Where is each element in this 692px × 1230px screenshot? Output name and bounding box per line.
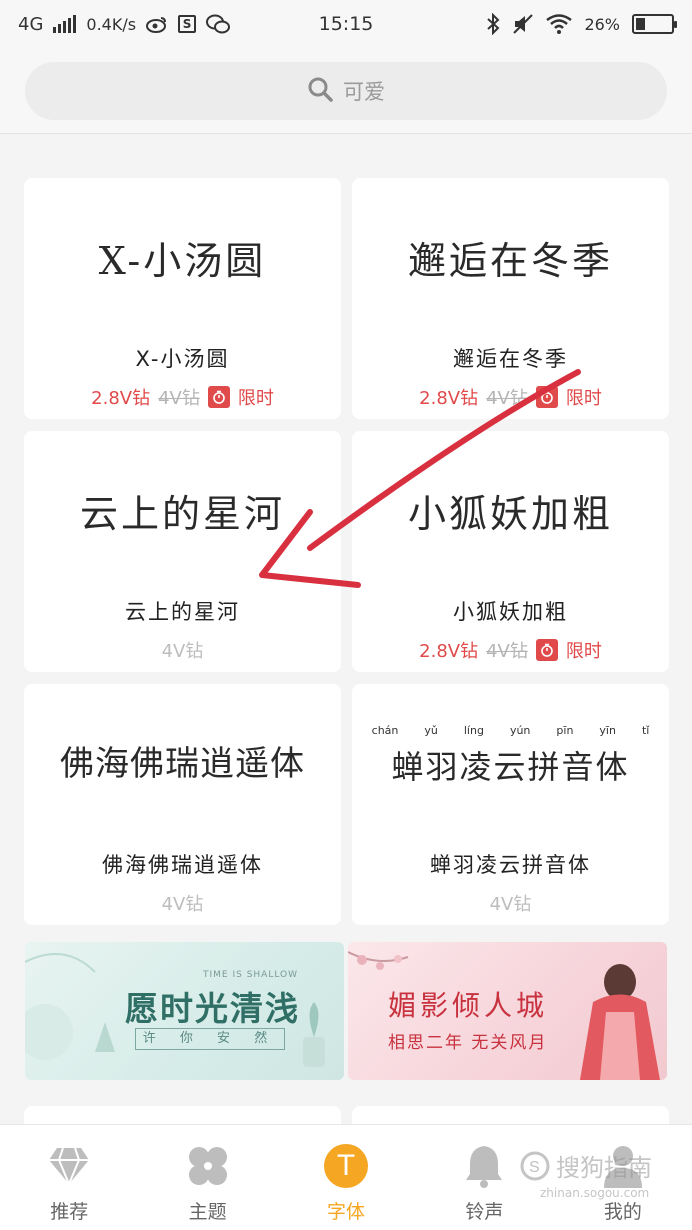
search-placeholder: 可爱 xyxy=(343,80,385,104)
watermark-url: zhinan.sogou.com xyxy=(540,1186,650,1200)
limited-time-badge: 限时 xyxy=(565,641,602,662)
price: 4V钻 xyxy=(161,894,204,915)
price-row: 4V钻 xyxy=(24,637,341,663)
nav-label: 我的 xyxy=(603,1201,642,1223)
limited-time-badge: 限时 xyxy=(565,388,602,409)
s-app-icon: S xyxy=(178,15,197,33)
price: 4V钻 xyxy=(489,894,532,915)
sale-price: 2.8V钻 xyxy=(91,388,151,409)
bluetooth-icon xyxy=(486,13,500,35)
banner-subtitle: 相思二年 无关风月 xyxy=(388,1033,548,1053)
search-icon xyxy=(307,76,333,107)
theme-icon xyxy=(185,1143,231,1189)
nav-label: 铃声 xyxy=(465,1201,504,1223)
price-row: 2.8V钻 4V钻 限时 xyxy=(352,384,669,410)
battery-percent: 26% xyxy=(584,14,620,34)
banner-subtitle: 许 你 安 然 xyxy=(135,1028,285,1050)
battery-icon xyxy=(632,14,677,34)
clock: 15:15 xyxy=(318,13,374,35)
font-name: 蝉羽凌云拼音体 xyxy=(430,853,591,877)
font-preview: 蝉羽凌云拼音体 xyxy=(391,748,630,786)
font-card[interactable]: 邂逅在冬季 邂逅在冬季 2.8V钻 4V钻 限时 xyxy=(352,178,669,419)
nav-label: 推荐 xyxy=(50,1201,89,1223)
sogou-logo-icon: S xyxy=(520,1151,550,1180)
pinyin-row: chán yǔ líng yún pīn yīn tǐ xyxy=(352,724,669,737)
mute-icon xyxy=(512,13,534,35)
original-price: 4V钻 xyxy=(158,388,200,409)
timer-icon xyxy=(207,386,230,408)
price-row: 2.8V钻 4V钻 限时 xyxy=(24,384,341,410)
price-row: 4V钻 xyxy=(24,890,341,916)
pinyin: yún xyxy=(509,724,531,737)
banner-small-text: TIME IS SHALLOW xyxy=(203,970,299,980)
font-name: 佛海佛瑞逍遥体 xyxy=(102,853,263,877)
pinyin: chán xyxy=(371,724,399,737)
font-name: 邂逅在冬季 xyxy=(453,347,568,371)
font-preview: 小狐妖加粗 xyxy=(407,492,613,536)
signal-icon xyxy=(53,15,77,33)
nav-font[interactable]: T 字体 xyxy=(277,1125,415,1230)
diamond-icon xyxy=(46,1143,92,1189)
font-card[interactable]: 佛海佛瑞逍遥体 佛海佛瑞逍遥体 4V钻 xyxy=(24,684,341,925)
timer-icon xyxy=(535,386,558,408)
svg-text:S: S xyxy=(529,1159,540,1176)
font-t-icon: T xyxy=(323,1143,369,1189)
font-preview: 云上的星河 xyxy=(79,492,285,536)
nav-label: 主题 xyxy=(188,1201,227,1223)
banner-title: 愿时光清浅 xyxy=(125,989,300,1028)
pinyin: yīn xyxy=(599,724,616,737)
font-preview: X-小汤圆 xyxy=(98,239,267,283)
sale-price: 2.8V钻 xyxy=(419,388,479,409)
status-left: 4G 0.4K/s S xyxy=(18,14,298,35)
timer-icon xyxy=(535,639,558,661)
pinyin: líng xyxy=(463,724,484,737)
search-input[interactable]: 可爱 xyxy=(25,62,667,120)
font-name: X-小汤圆 xyxy=(135,347,230,371)
watermark-text: 搜狗指南 xyxy=(556,1154,652,1182)
weibo-icon xyxy=(146,15,168,33)
font-name: 云上的星河 xyxy=(125,600,240,624)
font-card[interactable]: chán yǔ líng yún pīn yīn tǐ 蝉羽凌云拼音体 蝉羽凌云… xyxy=(352,684,669,925)
font-preview: 佛海佛瑞逍遥体 xyxy=(60,744,305,784)
pinyin: yǔ xyxy=(424,724,438,737)
price: 4V钻 xyxy=(161,641,204,662)
network-type: 4G xyxy=(18,13,44,35)
network-speed: 0.4K/s xyxy=(86,14,137,34)
nav-label: 字体 xyxy=(327,1201,366,1223)
font-card[interactable]: X-小汤圆 X-小汤圆 2.8V钻 4V钻 限时 xyxy=(24,178,341,419)
banner-right[interactable]: 媚影倾人城 相思二年 无关风月 xyxy=(348,942,667,1080)
price-row: 4V钻 xyxy=(352,890,669,916)
font-name: 小狐妖加粗 xyxy=(453,600,568,624)
battery-fill xyxy=(636,18,645,30)
nav-recommend[interactable]: 推荐 xyxy=(0,1125,138,1230)
limited-time-badge: 限时 xyxy=(237,388,274,409)
wifi-icon xyxy=(546,14,573,34)
search-header: 可爱 xyxy=(0,48,692,134)
font-card[interactable]: 小狐妖加粗 小狐妖加粗 2.8V钻 4V钻 限时 xyxy=(352,431,669,672)
price-row: 2.8V钻 4V钻 限时 xyxy=(352,637,669,663)
original-price: 4V钻 xyxy=(486,388,528,409)
font-preview: 邂逅在冬季 xyxy=(407,239,613,283)
wechat-icon xyxy=(206,14,231,34)
pinyin: tǐ xyxy=(641,724,650,737)
font-card[interactable]: 云上的星河 云上的星河 4V钻 xyxy=(24,431,341,672)
sale-price: 2.8V钻 xyxy=(419,641,479,662)
original-price: 4V钻 xyxy=(486,641,528,662)
banner-left[interactable]: TIME IS SHALLOW 愿时光清浅 许 你 安 然 xyxy=(25,942,344,1080)
bell-icon xyxy=(461,1143,507,1189)
banner-title: 媚影倾人城 xyxy=(388,989,549,1022)
status-right: 26% xyxy=(394,13,677,35)
nav-theme[interactable]: 主题 xyxy=(138,1125,276,1230)
status-bar: 4G 0.4K/s S 15:15 26% xyxy=(0,0,692,48)
watermark: S 搜狗指南 xyxy=(520,1148,652,1183)
pinyin: pīn xyxy=(556,724,574,737)
